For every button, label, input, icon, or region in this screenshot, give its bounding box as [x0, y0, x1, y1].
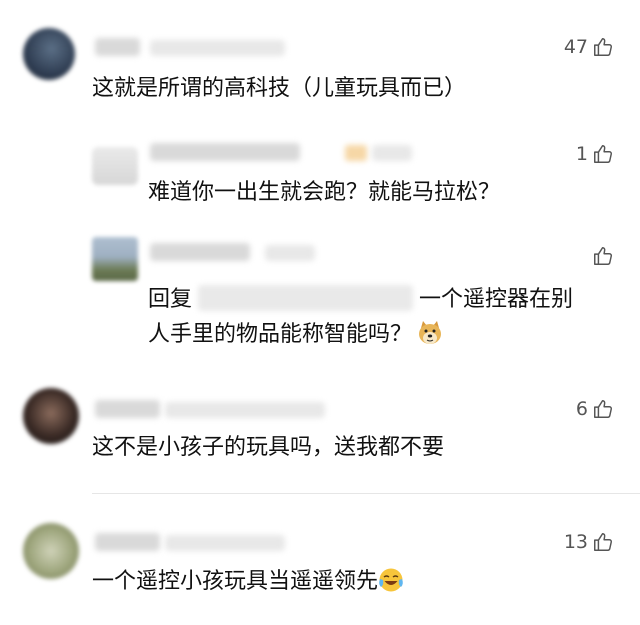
thumbs-up-icon [592, 245, 614, 267]
comment-item: 6 这不是小孩子的玩具吗，送我都不要 [0, 370, 640, 495]
comment-item: 13 一个遥控小孩玩具当遥遥领先 [0, 495, 640, 625]
thumbs-up-icon [592, 36, 614, 58]
meta-blurred [265, 245, 315, 261]
thumbs-up-icon [592, 531, 614, 553]
username-blurred[interactable] [95, 400, 160, 418]
reply-text-line1: 一个遥控器在别 [419, 287, 574, 312]
comment-text-content: 一个遥控小孩玩具当遥遥领先 [92, 569, 379, 594]
reply-item: 回复 一个遥控器在别 人手里的物品能称智能吗？ [0, 225, 640, 370]
comment-item: 47 这就是所谓的高科技（儿童玩具而已） [0, 0, 640, 140]
thumbs-up-icon [592, 398, 614, 420]
comment-text: 这不是小孩子的玩具吗，送我都不要 [92, 435, 445, 460]
thumbs-up-icon [592, 143, 614, 165]
like-button[interactable]: 13 [564, 531, 614, 553]
doge-emoji-icon [419, 321, 442, 344]
like-count: 1 [575, 143, 588, 165]
like-button[interactable]: 6 [576, 398, 614, 420]
username-blurred[interactable] [150, 243, 250, 261]
comment-text: 一个遥控小孩玩具当遥遥领先 [92, 565, 404, 599]
badge-blurred [345, 145, 367, 161]
avatar[interactable] [23, 388, 79, 444]
comment-text: 难道你一出生就会跑？就能马拉松？ [148, 180, 501, 205]
like-button[interactable]: 1 [576, 143, 614, 165]
avatar[interactable] [92, 147, 138, 185]
meta-blurred [165, 402, 325, 418]
reply-text-line2: 人手里的物品能称智能吗？ [148, 322, 413, 347]
reply-item: 1 难道你一出生就会跑？就能马拉松？ [0, 135, 640, 225]
comment-text-line2: 人手里的物品能称智能吗？ [148, 318, 444, 352]
avatar[interactable] [23, 523, 79, 579]
like-count: 13 [563, 531, 588, 553]
username-blurred[interactable] [95, 38, 140, 56]
username-blurred[interactable] [95, 533, 160, 551]
meta-blurred [165, 535, 285, 551]
meta-blurred [372, 145, 412, 161]
like-button[interactable]: 47 [564, 36, 614, 58]
avatar[interactable] [23, 28, 75, 80]
divider [92, 493, 640, 494]
laughing-crying-emoji-icon [379, 568, 403, 592]
like-count: 47 [563, 36, 588, 58]
comment-text: 回复 一个遥控器在别 [148, 283, 573, 317]
comment-text: 这就是所谓的高科技（儿童玩具而已） [92, 76, 467, 101]
like-count: 6 [575, 398, 588, 420]
username-blurred[interactable] [150, 143, 300, 161]
meta-blurred [150, 40, 285, 56]
like-button[interactable] [588, 245, 614, 267]
reply-prefix: 回复 [148, 287, 193, 312]
avatar[interactable] [92, 237, 138, 281]
mention-blurred[interactable] [198, 285, 414, 311]
